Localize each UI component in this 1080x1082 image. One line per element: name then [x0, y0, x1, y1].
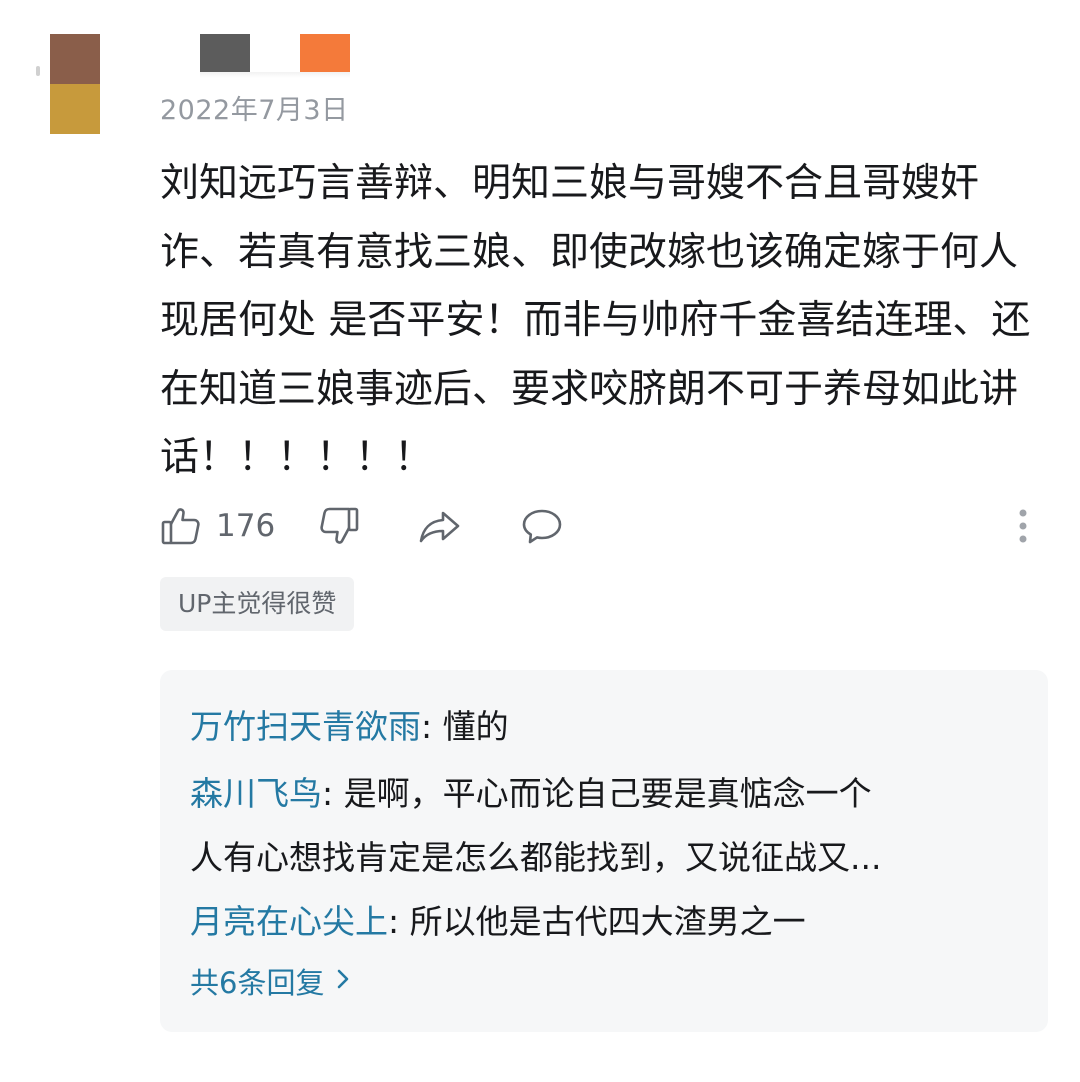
decorative-mark [36, 66, 40, 76]
reply-continuation: 人有心想找肯定是怎么都能找到，又说征战又... [190, 838, 882, 877]
reply-text: : 是啊，平心而论自己要是真惦念一个 [322, 774, 872, 813]
up-liked-badge: UP主觉得很赞 [160, 577, 355, 631]
comment-date: 2022年7月3日 [160, 95, 349, 126]
redaction-block-gray [200, 34, 250, 72]
reply-item: 万竹扫天青欲雨: 懂的 [190, 700, 509, 748]
replies-panel: 万竹扫天青欲雨: 懂的 森川飞鸟: 是啊，平心而论自己要是真惦念一个 人有心想找… [160, 670, 1048, 1032]
share-button[interactable] [418, 498, 462, 554]
like-button[interactable]: 176 [160, 498, 275, 554]
redaction-fade [200, 72, 350, 78]
action-bar: 176 [160, 498, 1040, 554]
redaction-block-orange [300, 34, 350, 72]
reply-author[interactable]: 月亮在心尖上 [190, 902, 388, 941]
thumbs-down-icon [318, 505, 360, 547]
dislike-button[interactable] [318, 498, 360, 554]
avatar[interactable] [50, 34, 100, 134]
avatar-top-block [50, 34, 100, 84]
reply-author[interactable]: 森川飞鸟 [190, 774, 322, 813]
reply-author[interactable]: 万竹扫天青欲雨 [190, 707, 421, 746]
view-all-replies-label: 共6条回复 [190, 966, 325, 1000]
chevron-right-icon [336, 964, 350, 998]
more-options-button[interactable] [1016, 498, 1030, 554]
reply-text: : 懂的 [421, 707, 509, 746]
share-icon [418, 505, 462, 547]
reply-icon [520, 505, 564, 547]
like-count: 176 [216, 508, 276, 544]
reply-item: 森川飞鸟: 是啊，平心而论自己要是真惦念一个 [190, 767, 872, 815]
reply-button[interactable] [520, 498, 564, 554]
thumbs-up-icon [160, 505, 202, 547]
comment-text: 刘知远巧言善辩、明知三娘与哥嫂不合且哥嫂奸诈、若真有意找三娘、即使改嫁也该确定嫁… [160, 161, 1031, 480]
reply-item: 月亮在心尖上: 所以他是古代四大渣男之一 [190, 895, 806, 943]
view-all-replies-link[interactable]: 共6条回复 [190, 960, 350, 1002]
avatar-bottom-block [50, 84, 100, 134]
more-vertical-icon [1016, 506, 1030, 546]
reply-text: : 所以他是古代四大渣男之一 [388, 902, 806, 941]
